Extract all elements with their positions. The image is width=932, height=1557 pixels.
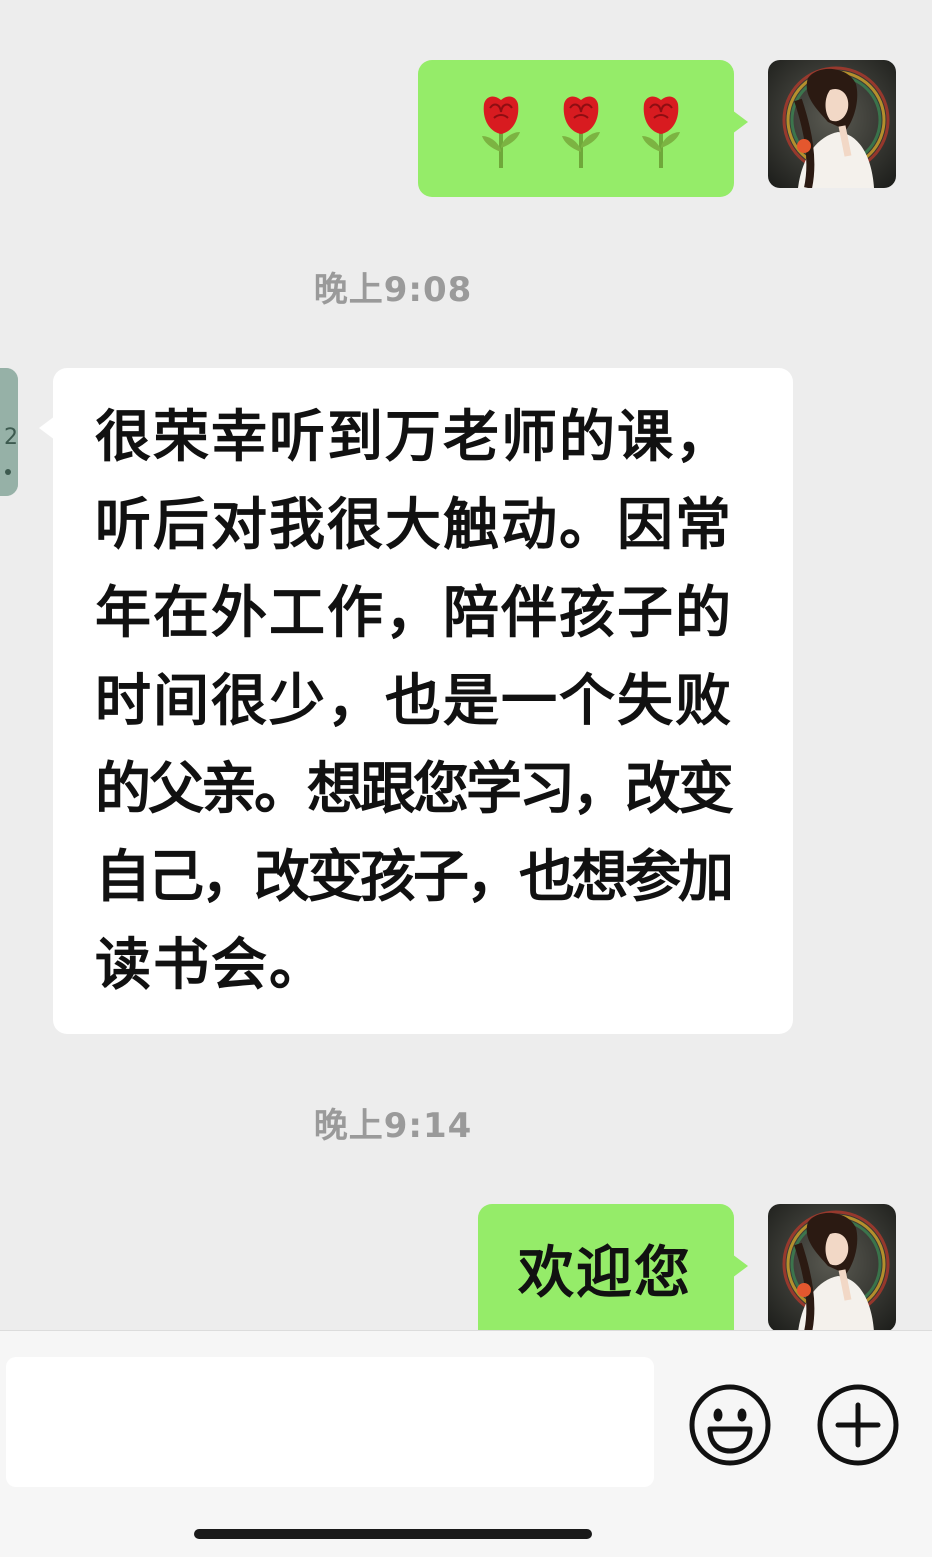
svg-text:20: 20 <box>4 425 18 450</box>
home-indicator[interactable] <box>194 1529 592 1539</box>
sent-message-bubble-roses[interactable] <box>418 60 748 197</box>
timestamp: 晚上9:08 <box>313 270 473 310</box>
my-avatar[interactable] <box>768 60 896 188</box>
contact-avatar[interactable]: 20 <box>0 368 18 496</box>
chat-input-bar <box>0 1330 932 1557</box>
received-message-text: 很荣幸听到万老师的课， 听后对我很大触动。因常 年在外工作，陪伴孩子的 时间很少… <box>95 394 793 1010</box>
message-line: 自己，改变孩子，也想参加 <box>95 845 734 910</box>
message-line: 很荣幸听到万老师的课， <box>95 405 733 470</box>
rose-icon <box>642 96 680 168</box>
rose-icon <box>482 96 520 168</box>
timestamp: 晚上9:14 <box>313 1106 473 1146</box>
rose-emoji-group <box>476 94 686 170</box>
rose-icon <box>562 96 600 168</box>
smiley-face-icon[interactable] <box>688 1383 772 1467</box>
chat-message-list[interactable]: 晚上9:08 20 很荣幸听到万老师的课， 听后对我很大触动。因常 年在外工作，… <box>0 0 932 1330</box>
sent-message-text: 欢迎您 <box>518 1241 692 1306</box>
plus-circle-icon[interactable] <box>816 1383 900 1467</box>
sent-message-bubble[interactable]: 欢迎您 <box>478 1204 748 1330</box>
message-line: 听后对我很大触动。因常 <box>95 493 733 558</box>
message-line: 读书会。 <box>95 933 327 998</box>
message-line: 时间很少，也是一个失败 <box>95 669 733 734</box>
received-message-bubble[interactable]: 很荣幸听到万老师的课， 听后对我很大触动。因常 年在外工作，陪伴孩子的 时间很少… <box>39 368 793 1034</box>
message-line: 年在外工作，陪伴孩子的 <box>95 581 733 646</box>
my-avatar[interactable] <box>768 1204 896 1330</box>
message-line: 的父亲。想跟您学习，改变 <box>95 757 734 822</box>
message-input[interactable] <box>6 1357 654 1487</box>
